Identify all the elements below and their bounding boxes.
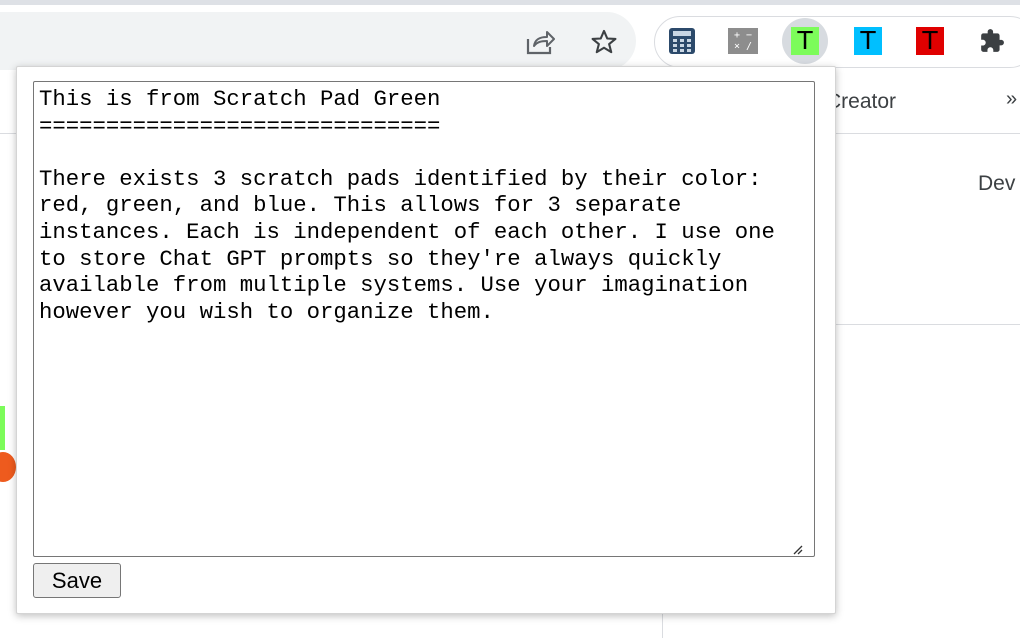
scratch-pad-blue-button[interactable]: T (850, 23, 886, 59)
page-divider-vertical (662, 612, 663, 638)
scratch-pad-green-icon: T (791, 27, 819, 55)
scratch-pad-red-button[interactable]: T (912, 23, 948, 59)
scratch-pad-textarea[interactable]: This is from Scratch Pad Green =========… (33, 81, 815, 557)
extensions-group (654, 16, 1020, 68)
calculator-gray-icon: + − × / (728, 28, 758, 54)
scratch-pad-green-button[interactable]: T (782, 18, 828, 64)
page-green-marker (0, 406, 5, 450)
save-button[interactable]: Save (33, 563, 121, 598)
extensions-menu-button[interactable] (974, 23, 1010, 59)
share-icon[interactable] (524, 26, 556, 58)
calculator-extension-button[interactable] (664, 23, 700, 59)
resize-grip-icon[interactable] (791, 543, 803, 555)
calculator-icon (669, 28, 695, 54)
page-divider (834, 324, 1020, 325)
page-dev-text: Dev (978, 172, 1016, 195)
scratch-pad-blue-icon: T (854, 27, 882, 55)
bookmarks-overflow-icon[interactable]: » (1006, 88, 1017, 111)
scratch-pad-popup: This is from Scratch Pad Green =========… (16, 66, 836, 614)
page-orange-icon (0, 452, 16, 482)
tab-strip (0, 0, 1020, 5)
puzzle-icon (981, 29, 1004, 52)
calculator-gray-extension-button[interactable]: + − × / (725, 23, 761, 59)
bookmark-creator[interactable]: Creator (826, 90, 896, 114)
scratch-pad-red-icon: T (916, 27, 944, 55)
star-icon[interactable] (588, 26, 620, 58)
